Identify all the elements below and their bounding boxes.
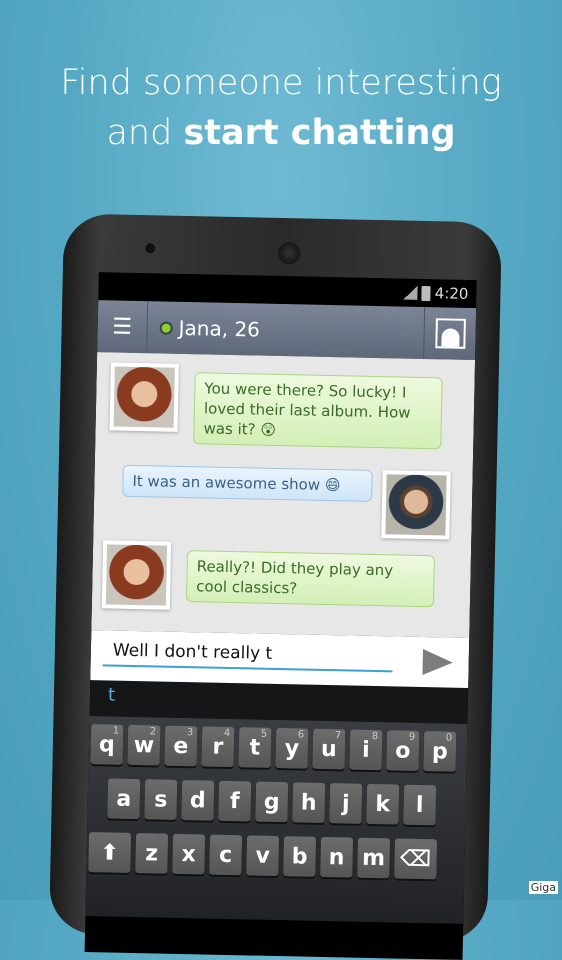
contact[interactable]: Jana, 26: [147, 315, 423, 345]
key-label: m: [361, 845, 386, 871]
key-label: x: [181, 841, 197, 867]
key[interactable]: f: [218, 780, 252, 822]
key-label: v: [255, 843, 271, 869]
key-number: 4: [223, 727, 231, 740]
key[interactable]: p0: [423, 731, 457, 772]
key-number: 3: [186, 727, 194, 739]
key[interactable]: c: [209, 834, 243, 876]
key[interactable]: g: [255, 781, 289, 823]
status-time: 4:20: [434, 284, 469, 303]
key-number: 6: [297, 729, 305, 741]
key[interactable]: u7: [312, 728, 346, 770]
key-label: b: [291, 843, 308, 870]
headline-bold: start chatting: [183, 113, 456, 153]
key-number: 0: [445, 732, 453, 744]
key[interactable]: k: [366, 783, 400, 825]
key[interactable]: ⌫: [394, 838, 438, 880]
screen: 4:20 ☰ Jana, 26 You were there? So lucky…: [84, 272, 477, 960]
phone-frame: 4:20 ☰ Jana, 26 You were there? So lucky…: [48, 213, 502, 960]
online-status-icon: [159, 320, 173, 335]
key-label: s: [153, 786, 168, 813]
send-icon[interactable]: [422, 649, 453, 676]
key-label: n: [328, 844, 345, 870]
headline-line2: and start chatting: [106, 113, 456, 153]
key[interactable]: x: [172, 833, 206, 875]
key[interactable]: v: [246, 835, 280, 877]
key[interactable]: o9: [386, 730, 420, 771]
message-input[interactable]: Well I don't really t: [102, 640, 394, 673]
watermark: Giga: [528, 881, 558, 894]
key-label: ⬆: [100, 839, 120, 866]
keyboard: q1w2e3r4t5y6u7i8o9p0 asdfghjkl ⬆ z x c v b n m ⌫: [85, 716, 468, 924]
signal-icon: [403, 285, 418, 300]
key-number: 5: [260, 728, 268, 740]
key-label: k: [375, 791, 391, 817]
composer: Well I don't really t: [90, 630, 470, 688]
key-label: r: [212, 734, 224, 760]
key-number: 2: [149, 726, 157, 738]
key[interactable]: y6: [275, 727, 309, 769]
key[interactable]: l: [403, 784, 437, 826]
key-label: l: [415, 792, 424, 818]
chat-area: You were there? So lucky! I loved their …: [91, 352, 476, 638]
key-label: z: [144, 840, 159, 867]
key-label: c: [218, 842, 233, 868]
suggestion[interactable]: t: [108, 684, 116, 705]
message-bubble: Really?! Did they play any cool classics…: [185, 550, 435, 608]
key-label: h: [300, 790, 317, 816]
key-number: 8: [371, 730, 379, 743]
message-bubble: It was an awesome show 😄: [122, 464, 373, 502]
headline: Find someone interesting and start chatt…: [0, 58, 562, 158]
key[interactable]: r4: [201, 726, 235, 768]
key[interactable]: w2: [127, 724, 161, 766]
key-label: t: [249, 734, 261, 761]
hamburger-icon[interactable]: ☰: [97, 300, 149, 354]
key-label: i: [361, 737, 370, 763]
profile-button[interactable]: [423, 306, 477, 361]
chat-header: ☰ Jana, 26: [97, 300, 477, 361]
avatar-me[interactable]: [381, 470, 451, 540]
key[interactable]: ⬆: [88, 832, 132, 873]
avatar-jana[interactable]: [109, 362, 179, 432]
key[interactable]: t5: [238, 727, 272, 768]
key[interactable]: q1: [90, 724, 124, 765]
key-number: 7: [334, 730, 342, 742]
key[interactable]: d: [181, 780, 215, 821]
key[interactable]: z: [135, 833, 169, 874]
key[interactable]: s: [144, 779, 178, 820]
key[interactable]: m: [357, 837, 391, 879]
headline-line1: Find someone interesting: [60, 63, 502, 103]
key[interactable]: h: [292, 782, 326, 823]
key-label: ⌫: [399, 846, 432, 872]
key-label: g: [263, 789, 280, 815]
key-label: d: [189, 787, 206, 814]
battery-icon: [421, 285, 431, 301]
key[interactable]: n: [320, 836, 354, 878]
contact-name: Jana, 26: [178, 315, 261, 342]
key-number: 9: [408, 731, 416, 743]
key-label: j: [341, 790, 350, 817]
key[interactable]: j: [329, 783, 363, 824]
key-label: a: [116, 786, 132, 812]
key[interactable]: i8: [349, 729, 383, 771]
camera: [145, 243, 156, 254]
key[interactable]: b: [283, 836, 317, 877]
profile-icon: [434, 318, 466, 349]
key-label: f: [229, 788, 240, 814]
key[interactable]: e3: [164, 725, 198, 767]
avatar-jana[interactable]: [101, 540, 172, 610]
message-bubble: You were there? So lucky! I loved their …: [193, 372, 443, 450]
key-number: 1: [112, 725, 120, 737]
speaker: [278, 241, 301, 265]
key[interactable]: a: [107, 778, 141, 820]
